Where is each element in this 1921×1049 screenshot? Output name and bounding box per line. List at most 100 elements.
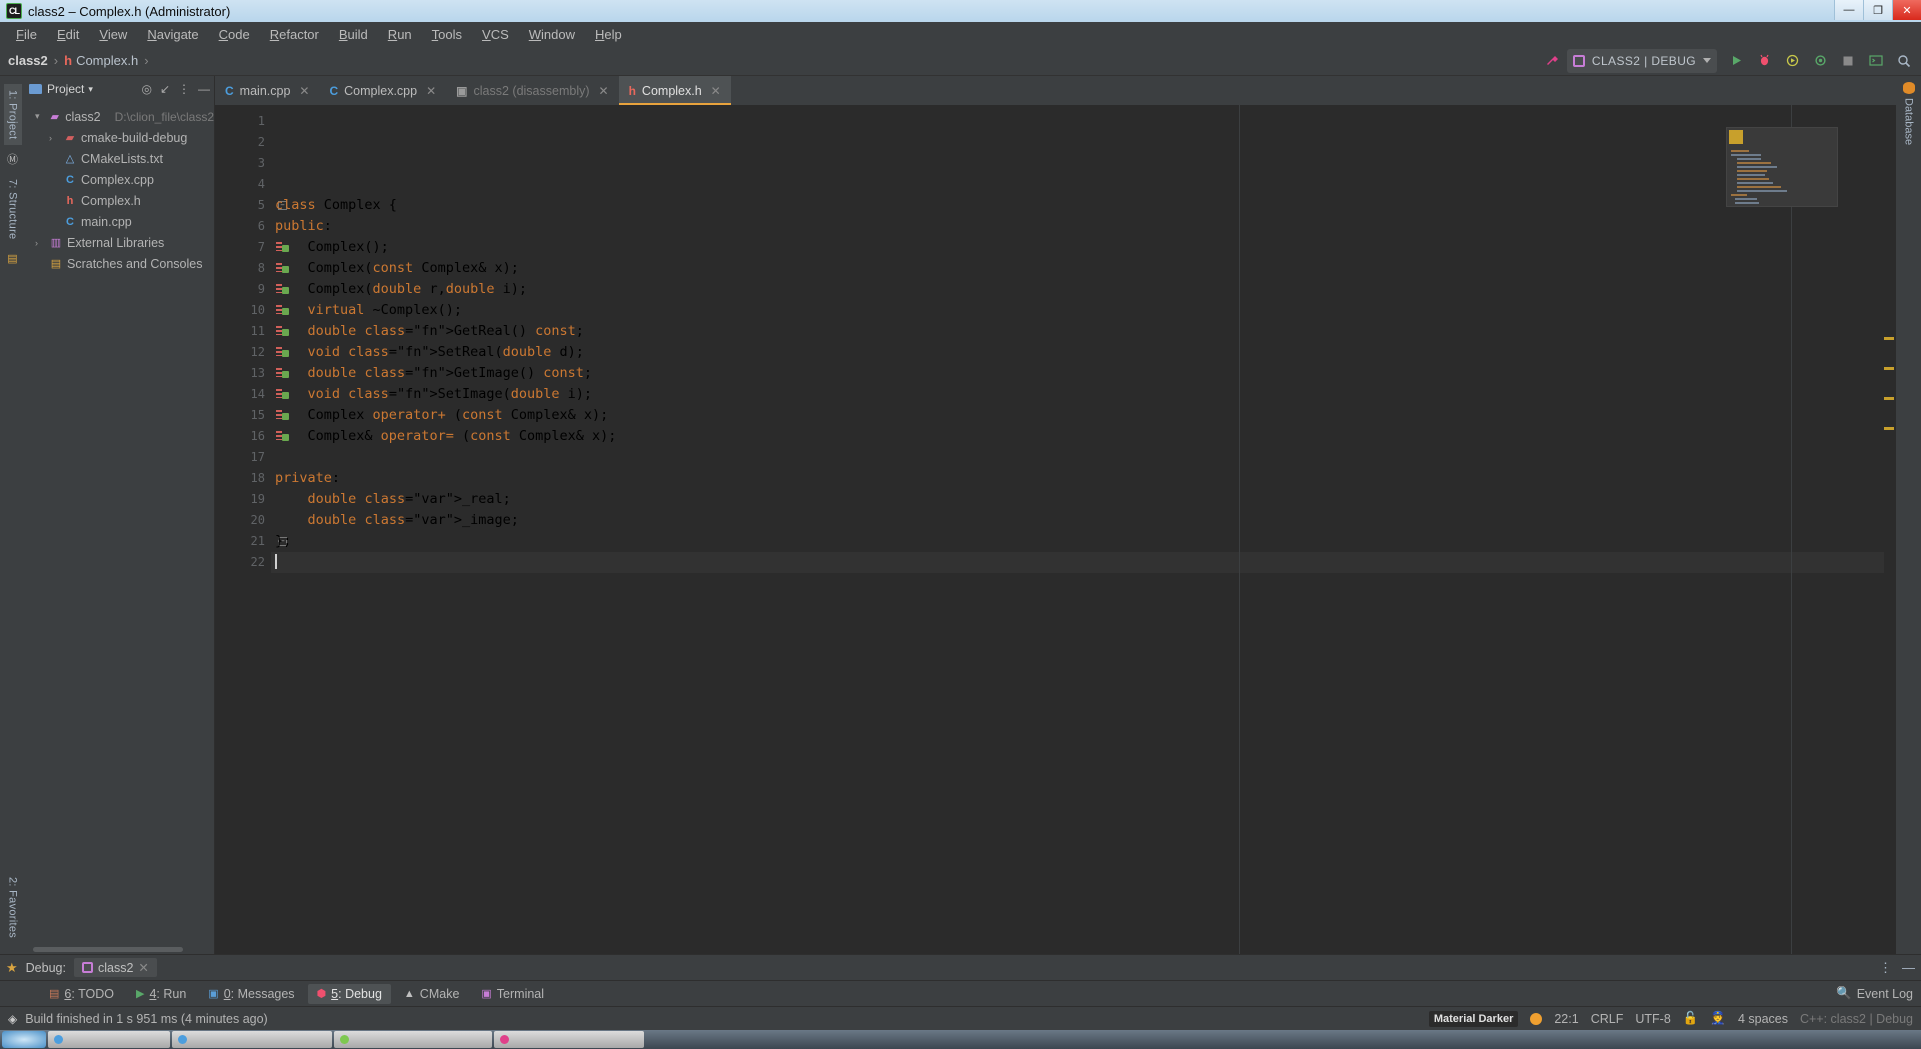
- expand-arrow-icon[interactable]: ▾: [35, 111, 44, 122]
- code-line-16[interactable]: Complex& operator= (const Complex& x);: [271, 426, 1884, 447]
- stop-icon[interactable]: [1835, 49, 1861, 73]
- tree-node-external-libraries[interactable]: › ▥ External Libraries: [25, 232, 214, 253]
- gutter-line-13[interactable]: 13: [215, 363, 289, 384]
- code-line-11[interactable]: double class="fn">GetReal() const;: [271, 321, 1884, 342]
- file-encoding[interactable]: UTF-8: [1635, 1012, 1670, 1026]
- minimize-button[interactable]: —: [1834, 0, 1863, 20]
- project-horizontal-scrollbar[interactable]: [25, 945, 214, 954]
- menu-item-run[interactable]: Run: [378, 24, 422, 45]
- tool-window-terminal[interactable]: ▣ Terminal: [472, 984, 553, 1004]
- tree-node-main-cpp[interactable]: Cmain.cpp: [25, 211, 214, 232]
- taskbar-item-1[interactable]: [48, 1031, 170, 1048]
- editor-gutter[interactable]: 1 2 3 4 5−6 7 8 9 10 11 12 13 14 15 16 17 18 19 20 21−22: [215, 105, 289, 954]
- gutter-line-8[interactable]: 8: [215, 258, 289, 279]
- taskbar-item-3[interactable]: [334, 1031, 492, 1048]
- gutter-line-5[interactable]: 5−: [215, 195, 287, 216]
- close-icon[interactable]: ✕: [711, 84, 721, 98]
- close-button[interactable]: ✕: [1892, 0, 1921, 20]
- editor-tab-class2-disassembly-[interactable]: ▣ class2 (disassembly) ✕: [446, 76, 618, 105]
- indent-setting[interactable]: 4 spaces: [1738, 1012, 1788, 1026]
- options-icon[interactable]: ⋮: [178, 82, 190, 96]
- code-line-9[interactable]: Complex(double r,double i);: [271, 279, 1884, 300]
- gutter-line-12[interactable]: 12: [215, 342, 289, 363]
- warning-mark-4[interactable]: [1884, 427, 1894, 430]
- tool-window-0-messages[interactable]: ▣ 0: Messages: [199, 984, 303, 1004]
- warning-mark-2[interactable]: [1884, 367, 1894, 370]
- tree-node-scratches-and-consoles[interactable]: ▤ Scratches and Consoles: [25, 253, 214, 274]
- code-line-17[interactable]: [271, 447, 1884, 468]
- code-line-21[interactable]: };: [271, 531, 1884, 552]
- menu-item-tools[interactable]: Tools: [422, 24, 472, 45]
- close-icon[interactable]: ✕: [426, 84, 436, 98]
- menu-item-edit[interactable]: Edit: [47, 24, 89, 45]
- tree-node-cmakelists-txt[interactable]: △ CMakeLists.txt: [25, 148, 214, 169]
- hide-panel-icon[interactable]: —: [198, 82, 210, 96]
- menu-item-file[interactable]: File: [6, 24, 47, 45]
- gutter-line-19[interactable]: 19: [215, 489, 271, 510]
- close-icon[interactable]: ✕: [599, 84, 609, 98]
- gutter-line-2[interactable]: 2: [215, 132, 271, 153]
- editor-warning-gutter[interactable]: [1884, 105, 1896, 954]
- tool-window-5-debug[interactable]: ⬢ 5: Debug: [307, 983, 391, 1004]
- taskbar-item-4[interactable]: [494, 1031, 644, 1048]
- code-content[interactable]: class Complex {public: Complex(); Comple…: [271, 105, 1884, 954]
- debug-session-tab[interactable]: class2 ✕: [73, 958, 157, 977]
- collapse-all-icon[interactable]: ↙: [160, 82, 170, 96]
- code-line-10[interactable]: virtual ~Complex();: [271, 300, 1884, 321]
- line-separator[interactable]: CRLF: [1591, 1012, 1624, 1026]
- gutter-line-10[interactable]: 10: [215, 300, 289, 321]
- expand-arrow-icon[interactable]: ›: [35, 238, 45, 248]
- start-button[interactable]: [2, 1031, 46, 1048]
- project-panel-title[interactable]: Project ▾: [47, 82, 93, 96]
- menu-item-view[interactable]: View: [89, 24, 137, 45]
- code-line-2[interactable]: [271, 132, 1884, 153]
- tree-node-complex-h[interactable]: h Complex.h: [25, 190, 214, 211]
- editor-tab-main-cpp[interactable]: Cmain.cpp ✕: [215, 76, 319, 105]
- lock-icon[interactable]: 🔓: [1683, 1011, 1699, 1026]
- gutter-line-6[interactable]: 6: [215, 216, 271, 237]
- tool-window-6-todo[interactable]: ▤ 6: TODO: [40, 984, 123, 1004]
- terminal-icon[interactable]: [1863, 49, 1889, 73]
- code-line-22[interactable]: [271, 552, 1884, 573]
- favorite-star-icon[interactable]: ★: [6, 960, 18, 976]
- code-line-6[interactable]: public:: [271, 216, 1884, 237]
- gutter-line-21[interactable]: 21−: [215, 531, 287, 552]
- warning-mark-3[interactable]: [1884, 397, 1894, 400]
- menu-item-window[interactable]: Window: [519, 24, 585, 45]
- caret-position[interactable]: 22:1: [1554, 1012, 1578, 1026]
- gutter-line-9[interactable]: 9: [215, 279, 289, 300]
- expand-arrow-icon[interactable]: ›: [49, 133, 59, 143]
- database-list-icon[interactable]: ▤: [7, 252, 17, 265]
- code-line-12[interactable]: void class="fn">SetReal(double d);: [271, 342, 1884, 363]
- tool-window-4-run[interactable]: ▶ 4: Run: [127, 984, 195, 1004]
- gutter-line-18[interactable]: 18: [215, 468, 271, 489]
- code-line-19[interactable]: double class="var">_real;: [271, 489, 1884, 510]
- event-log-button[interactable]: 🔍 Event Log: [1836, 986, 1913, 1001]
- code-editor[interactable]: 1 2 3 4 5−6 7 8 9 10 11 12 13 14 15 16 17 18 19 20 21−22 cl…: [215, 105, 1896, 954]
- sidebar-item-structure[interactable]: 7: Structure: [4, 173, 22, 245]
- close-icon[interactable]: ✕: [299, 84, 309, 98]
- attach-debug-icon[interactable]: [1779, 49, 1805, 73]
- code-line-7[interactable]: Complex();: [271, 237, 1884, 258]
- gutter-line-11[interactable]: 11: [215, 321, 289, 342]
- sidebar-item-database[interactable]: Database: [1903, 98, 1915, 145]
- tree-node-class2[interactable]: ▾ ▰ class2 D:\clion_file\class2: [25, 106, 214, 127]
- code-line-1[interactable]: [271, 111, 1884, 132]
- tool-window-cmake[interactable]: ▲ CMake: [395, 984, 468, 1004]
- run-configuration-selector[interactable]: CLASS2 | DEBUG: [1566, 48, 1717, 73]
- code-line-3[interactable]: [271, 153, 1884, 174]
- editor-tab-complex-h[interactable]: h Complex.h ✕: [618, 76, 731, 105]
- menu-item-help[interactable]: Help: [585, 24, 632, 45]
- sidebar-item-favorites[interactable]: 2: Favorites: [4, 871, 22, 944]
- menu-item-refactor[interactable]: Refactor: [260, 24, 329, 45]
- menu-item-build[interactable]: Build: [329, 24, 378, 45]
- gutter-line-20[interactable]: 20: [215, 510, 271, 531]
- breadcrumb-project[interactable]: class2: [8, 53, 48, 68]
- debug-icon[interactable]: [1751, 49, 1777, 73]
- code-line-15[interactable]: Complex operator+ (const Complex& x);: [271, 405, 1884, 426]
- code-minimap[interactable]: [1726, 127, 1838, 207]
- gutter-line-17[interactable]: 17: [215, 447, 271, 468]
- gutter-line-14[interactable]: 14: [215, 384, 289, 405]
- inspector-icon[interactable]: 👮: [1710, 1011, 1726, 1026]
- run-icon[interactable]: [1723, 49, 1749, 73]
